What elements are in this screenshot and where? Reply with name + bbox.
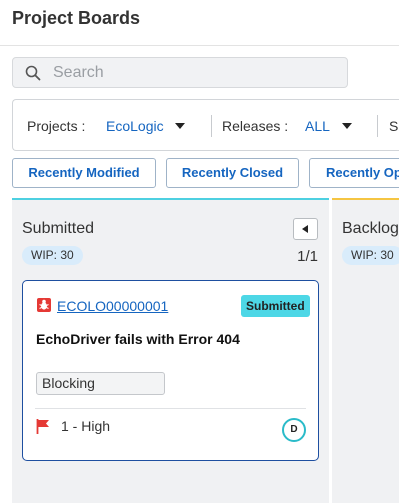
releases-dropdown-chevron-down-icon[interactable] <box>342 123 352 129</box>
search-icon <box>25 65 41 81</box>
search-input[interactable] <box>53 58 333 87</box>
chevron-left-icon <box>302 225 308 233</box>
work-item-id-link[interactable]: ECOLO00000001 <box>57 298 168 314</box>
column-title: Submitted <box>22 220 95 237</box>
releases-filter-label: Releases : <box>222 118 289 134</box>
page-title: Project Boards <box>12 8 141 28</box>
assignee-avatar[interactable]: D <box>282 418 306 442</box>
priority-label: 1 - High <box>61 418 111 434</box>
next-filter-label: Sp <box>389 118 399 134</box>
filter-bar: Projects : EcoLogic Releases : ALL Sp <box>12 99 399 151</box>
projects-dropdown-chevron-down-icon[interactable] <box>175 123 185 129</box>
releases-filter-value[interactable]: ALL <box>305 118 330 134</box>
filter-divider <box>377 115 378 137</box>
board-column-submitted: Submitted WIP: 30 1/1 ECOLO00000001 Subm… <box>12 198 329 503</box>
projects-filter-label: Projects : <box>27 118 86 134</box>
page-header: Project Boards <box>0 0 399 46</box>
work-item-title: EchoDriver fails with Error 404 <box>36 331 240 347</box>
status-badge: Submitted <box>241 295 310 317</box>
wip-badge: WIP: 30 <box>342 246 399 265</box>
search-box[interactable] <box>12 57 348 88</box>
flag-icon <box>36 419 49 434</box>
wip-badge: WIP: 30 <box>22 246 83 265</box>
bug-icon <box>37 298 51 312</box>
column-page-count: 1/1 <box>297 248 318 265</box>
tag-field[interactable]: Blocking <box>36 372 165 395</box>
column-title: Backlog <box>342 220 399 237</box>
recently-closed-button[interactable]: Recently Closed <box>166 158 299 188</box>
recently-modified-button[interactable]: Recently Modified <box>12 158 156 188</box>
collapse-column-button[interactable] <box>293 218 318 240</box>
projects-filter-value[interactable]: EcoLogic <box>106 118 164 134</box>
board-column-backlog: Backlog WIP: 30 <box>332 198 399 503</box>
work-item-card[interactable]: ECOLO00000001 Submitted EchoDriver fails… <box>22 280 319 461</box>
recently-opened-button[interactable]: Recently Op <box>309 158 399 188</box>
filter-divider <box>211 115 212 137</box>
card-divider <box>35 408 306 409</box>
